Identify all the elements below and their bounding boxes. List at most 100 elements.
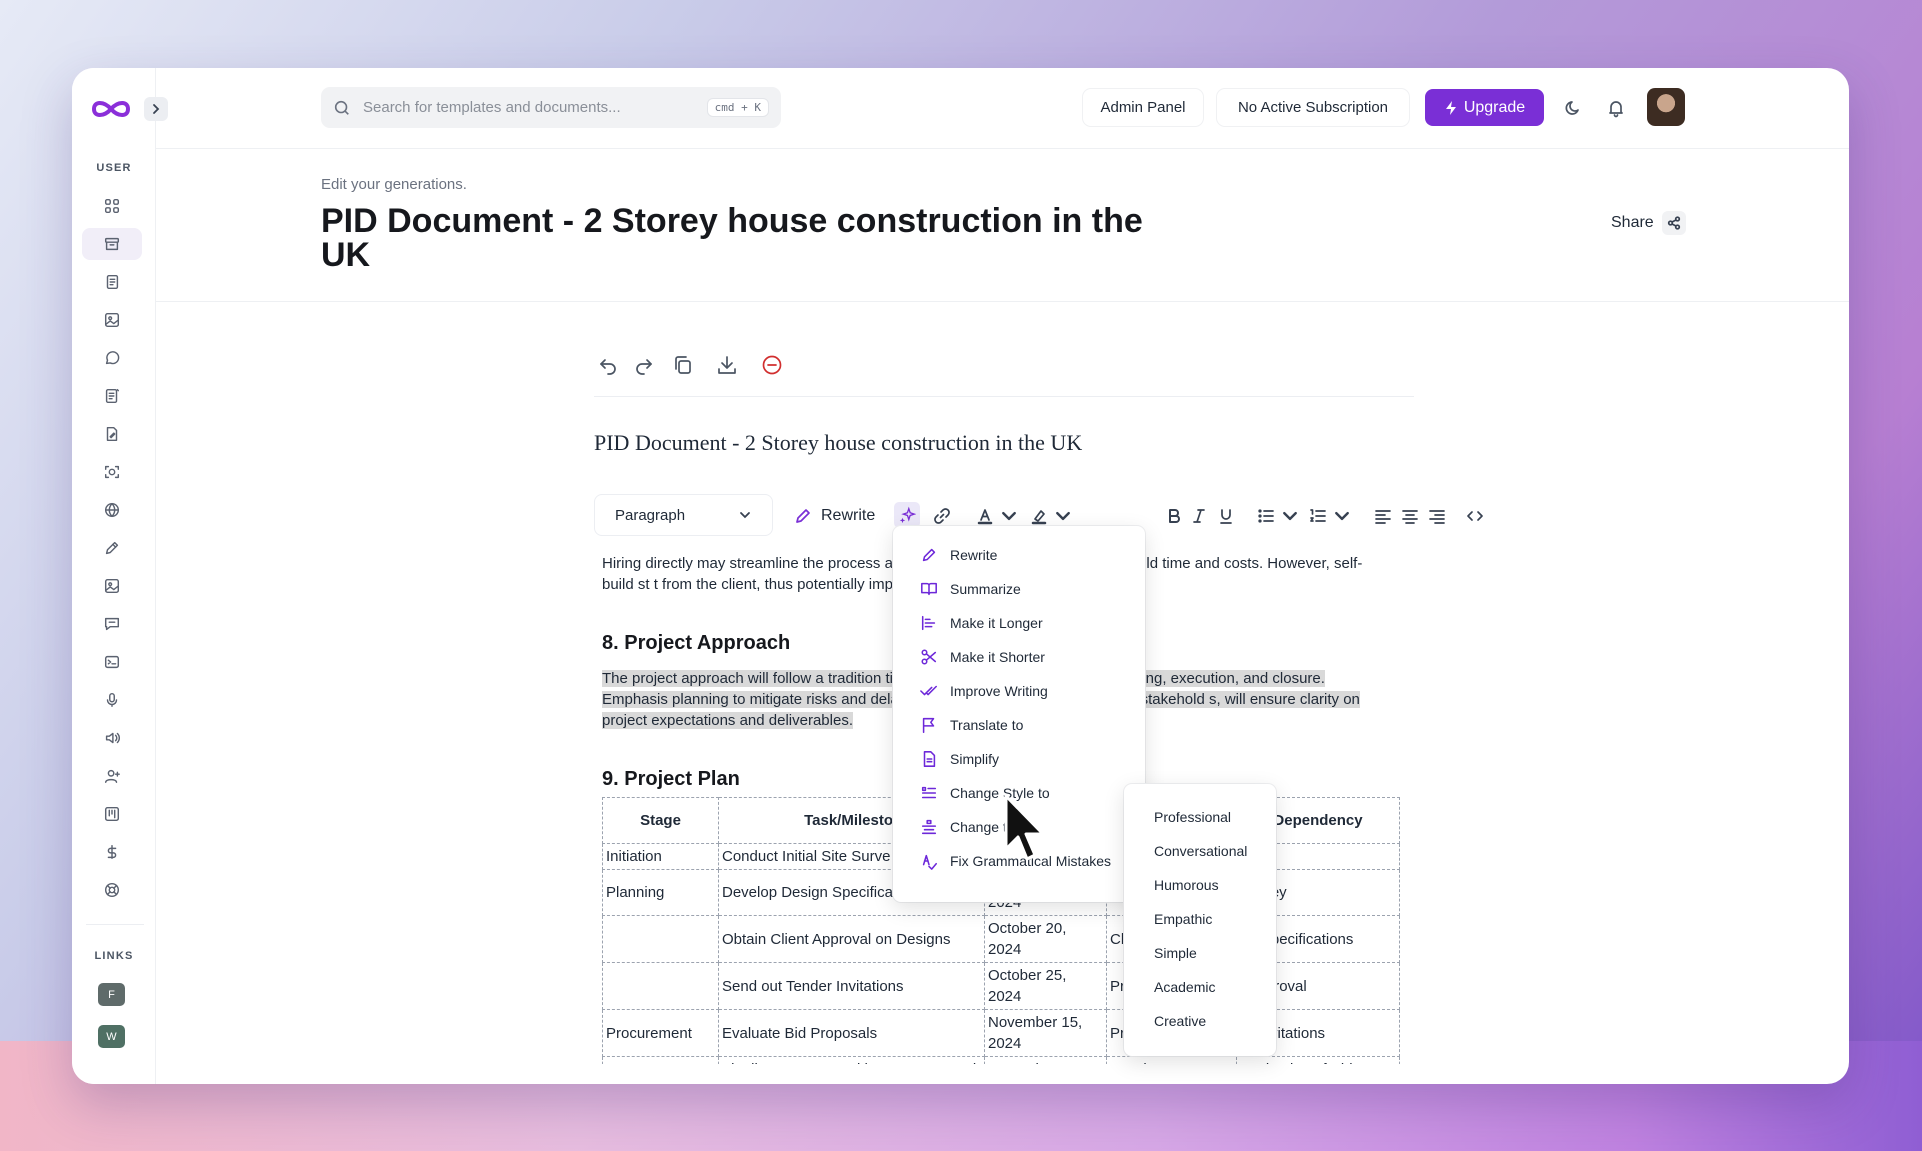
- text-color-button[interactable]: [975, 505, 1019, 527]
- menu-item-summarize[interactable]: Summarize: [893, 572, 1145, 606]
- table-cell[interactable]: Send out Tender Invitations: [718, 962, 985, 1010]
- sidebar-item-messages[interactable]: [82, 608, 142, 640]
- bullet-list-icon: [1258, 509, 1274, 523]
- document-title[interactable]: PID Document - 2 Storey house constructi…: [594, 430, 1082, 456]
- heading-project-plan[interactable]: 9. Project Plan: [602, 768, 740, 791]
- table-header: Stage: [602, 797, 719, 844]
- link-badge-f[interactable]: F: [98, 983, 125, 1006]
- table-cell[interactable]: Evaluate Bid Proposals: [718, 1009, 985, 1057]
- redo-button[interactable]: [630, 351, 658, 379]
- toolbar-divider: [594, 396, 1414, 397]
- search-bar[interactable]: Search for templates and documents... cm…: [321, 87, 781, 128]
- style-option-academic[interactable]: Academic: [1124, 970, 1276, 1004]
- numbered-list-button[interactable]: [1308, 505, 1352, 527]
- undo-button[interactable]: [594, 351, 622, 379]
- sidebar-item-plans[interactable]: [82, 798, 142, 830]
- table-cell[interactable]: Procurement: [602, 1009, 719, 1057]
- sidebar-item-documents[interactable]: [82, 228, 142, 260]
- table-cell[interactable]: Planning: [602, 869, 719, 916]
- style-option-simple[interactable]: Simple: [1124, 936, 1276, 970]
- sidebar-item-voice[interactable]: [82, 684, 142, 716]
- style-option-creative[interactable]: Creative: [1124, 1004, 1276, 1038]
- align-center-button[interactable]: [1400, 505, 1420, 527]
- table-cell[interactable]: [602, 915, 719, 963]
- sidebar-item-web[interactable]: [82, 494, 142, 526]
- user-avatar[interactable]: [1647, 88, 1685, 126]
- speaker-icon: [105, 732, 120, 744]
- style-option-humorous[interactable]: Humorous: [1124, 868, 1276, 902]
- sidebar-item-dashboard[interactable]: [82, 190, 142, 222]
- menu-item-simplify[interactable]: Simplify: [893, 742, 1145, 776]
- ai-assistant-button[interactable]: [894, 502, 920, 528]
- underline-button[interactable]: [1216, 505, 1236, 527]
- block-type-select[interactable]: Paragraph: [594, 494, 773, 536]
- sidebar-item-billing[interactable]: [82, 836, 142, 868]
- download-button[interactable]: [713, 351, 741, 379]
- grid-icon: [104, 198, 120, 214]
- dark-mode-toggle[interactable]: [1562, 97, 1584, 119]
- menu-item-translate[interactable]: Translate to: [893, 708, 1145, 742]
- sidebar-item-image[interactable]: [82, 304, 142, 336]
- brand-logo-icon[interactable]: [90, 96, 132, 122]
- style-submenu: Professional Conversational Humorous Emp…: [1124, 784, 1276, 1056]
- chat-bubble-icon: [105, 351, 120, 365]
- menu-item-label: Summarize: [950, 581, 1021, 597]
- copy-icon: [675, 356, 691, 374]
- sidebar-toggle-button[interactable]: [144, 97, 168, 121]
- table-cell[interactable]: October 25, 2024: [984, 962, 1107, 1010]
- code-view-button[interactable]: [1465, 505, 1485, 527]
- table-cell[interactable]: November 15, 2024: [984, 1009, 1107, 1057]
- notifications-button[interactable]: [1605, 97, 1627, 119]
- align-right-button[interactable]: [1427, 505, 1447, 527]
- menu-item-make-longer[interactable]: Make it Longer: [893, 606, 1145, 640]
- sidebar-item-terminal[interactable]: [82, 646, 142, 678]
- bold-button[interactable]: [1164, 505, 1184, 527]
- delete-button[interactable]: [758, 351, 786, 379]
- table-cell[interactable]: Initiation: [602, 843, 719, 870]
- admin-panel-button[interactable]: Admin Panel: [1083, 89, 1203, 126]
- sidebar-item-vision[interactable]: [82, 456, 142, 488]
- share-button[interactable]: Share: [1611, 211, 1686, 235]
- highlighter-icon: [1031, 510, 1047, 525]
- sidebar-item-affiliates[interactable]: [82, 760, 142, 792]
- table-row: Obtain Client Approval on Designs Octobe…: [602, 915, 1400, 963]
- copy-button[interactable]: [669, 351, 697, 379]
- sidebar-item-support[interactable]: [82, 874, 142, 906]
- menu-item-make-shorter[interactable]: Make it Shorter: [893, 640, 1145, 674]
- text-color-icon: [977, 509, 993, 525]
- menu-item-improve-writing[interactable]: Improve Writing: [893, 674, 1145, 708]
- sidebar-section-links: LINKS: [94, 950, 134, 962]
- heading-project-approach[interactable]: 8. Project Approach: [602, 632, 790, 655]
- file-signature-icon: [106, 426, 118, 442]
- style-option-conversational[interactable]: Conversational: [1124, 834, 1276, 868]
- menu-item-label: Make it Longer: [950, 615, 1043, 631]
- subscription-button[interactable]: No Active Subscription: [1217, 89, 1409, 126]
- search-input[interactable]: Search for templates and documents...: [363, 99, 707, 116]
- highlight-button[interactable]: [1029, 505, 1073, 527]
- tone-icon: [921, 819, 937, 835]
- table-cell[interactable]: [602, 962, 719, 1010]
- link-badge-w[interactable]: W: [98, 1025, 125, 1048]
- sidebar-item-ai-writer[interactable]: [82, 380, 142, 412]
- sidebar-item-chat[interactable]: [82, 342, 142, 374]
- italic-button[interactable]: [1189, 505, 1209, 527]
- align-left-button[interactable]: [1373, 505, 1393, 527]
- sidebar-item-text[interactable]: [82, 266, 142, 298]
- table-cell[interactable]: Obtain Client Approval on Designs: [718, 915, 985, 963]
- block-type-value: Paragraph: [615, 506, 686, 524]
- sidebar-item-speech[interactable]: [82, 722, 142, 754]
- chevron-right-icon: [153, 104, 160, 114]
- link-button[interactable]: [932, 505, 952, 527]
- sidebar-item-code[interactable]: [82, 532, 142, 564]
- style-option-professional[interactable]: Professional: [1124, 800, 1276, 834]
- style-option-empathic[interactable]: Empathic: [1124, 902, 1276, 936]
- rewrite-button[interactable]: Rewrite: [793, 505, 875, 527]
- menu-item-label: Simplify: [950, 751, 1000, 767]
- menu-item-rewrite[interactable]: Rewrite: [893, 538, 1145, 572]
- table-cell[interactable]: October 20, 2024: [984, 915, 1107, 963]
- underline-icon: [1220, 509, 1232, 524]
- sidebar-item-pdf[interactable]: [82, 418, 142, 450]
- sidebar-item-images[interactable]: [82, 570, 142, 602]
- bullet-list-button[interactable]: [1256, 505, 1300, 527]
- upgrade-button[interactable]: Upgrade: [1425, 89, 1544, 126]
